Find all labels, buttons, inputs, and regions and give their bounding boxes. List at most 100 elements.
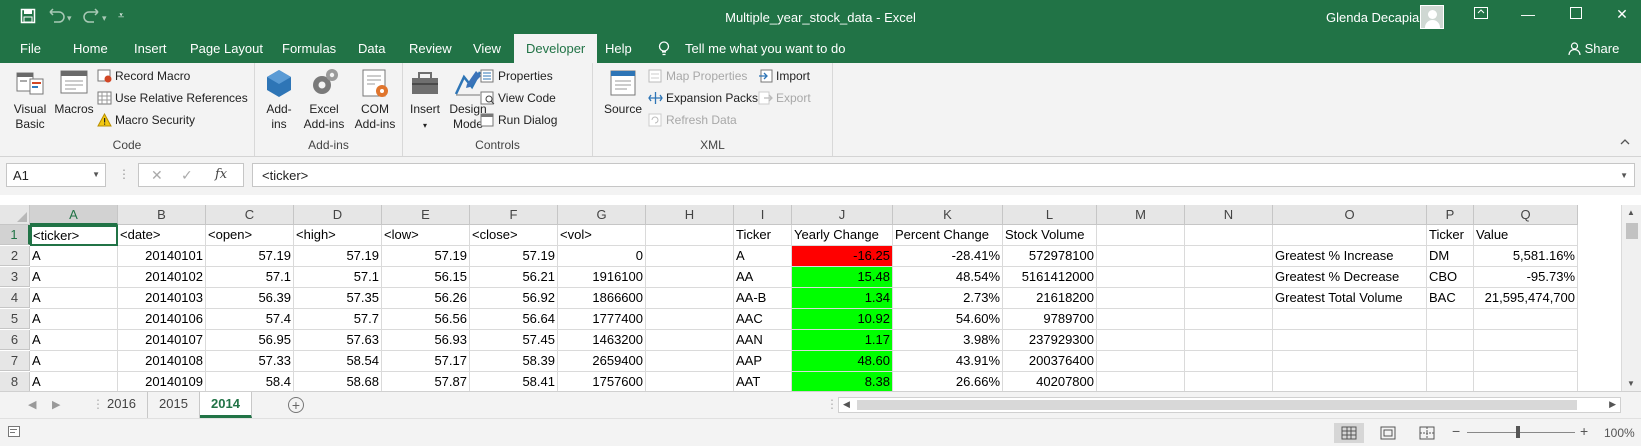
cell[interactable]: <vol> (558, 225, 646, 246)
enter-icon[interactable]: ✓ (181, 167, 193, 184)
cell[interactable] (1185, 330, 1273, 351)
cell[interactable] (646, 330, 734, 351)
cell[interactable]: 48.54% (893, 267, 1003, 288)
add-sheet-button[interactable]: + (288, 397, 304, 413)
cell[interactable]: 57.7 (294, 309, 382, 330)
cell[interactable]: Stock Volume (1003, 225, 1097, 246)
cell[interactable] (1474, 351, 1578, 372)
user-name[interactable]: Glenda Decapia (1326, 10, 1419, 25)
column-header[interactable]: P (1427, 205, 1474, 225)
cell[interactable] (1427, 351, 1474, 372)
tab-file[interactable]: File (20, 41, 41, 56)
row-header[interactable]: 5 (0, 309, 30, 329)
cell[interactable]: 57.1 (206, 267, 294, 288)
cell[interactable]: AAC (734, 309, 792, 330)
row-header[interactable]: 4 (0, 288, 30, 308)
close-icon[interactable]: ✕ (1608, 6, 1636, 28)
cell[interactable] (1185, 225, 1273, 246)
use-relative-references-button[interactable]: Use Relative References (97, 89, 248, 107)
macros-button[interactable]: Macros (53, 67, 95, 117)
column-header[interactable]: J (792, 205, 893, 225)
sheet-tab-2016[interactable]: 2016 (96, 392, 148, 418)
cell[interactable] (1273, 309, 1427, 330)
source-button[interactable]: Source (603, 67, 643, 117)
cell[interactable]: 56.26 (382, 288, 470, 309)
cell[interactable]: AAP (734, 351, 792, 372)
cell[interactable]: 20140108 (118, 351, 206, 372)
cell[interactable] (1185, 267, 1273, 288)
expand-formula-bar-icon[interactable]: ▼ (1620, 171, 1628, 180)
cell[interactable] (1273, 372, 1427, 391)
cell[interactable] (1097, 267, 1185, 288)
cell[interactable]: A (734, 246, 792, 267)
cell[interactable]: 58.54 (294, 351, 382, 372)
cell[interactable]: Greatest % Decrease (1273, 267, 1427, 288)
cell[interactable] (1097, 351, 1185, 372)
cell[interactable] (1273, 351, 1427, 372)
cell[interactable]: A (30, 309, 118, 330)
cell[interactable]: -16.25 (792, 246, 893, 267)
zoom-slider-track[interactable] (1467, 432, 1575, 433)
active-cell[interactable]: <ticker> (30, 225, 118, 246)
cell[interactable]: 237929300 (1003, 330, 1097, 351)
cell[interactable]: 10.92 (792, 309, 893, 330)
cell[interactable] (1273, 330, 1427, 351)
column-header[interactable]: L (1003, 205, 1097, 225)
column-header[interactable]: G (558, 205, 646, 225)
cell[interactable]: 56.93 (382, 330, 470, 351)
cell[interactable]: 20140107 (118, 330, 206, 351)
row-header[interactable]: 2 (0, 246, 30, 266)
cell[interactable]: <date> (118, 225, 206, 246)
column-header[interactable]: A (30, 205, 118, 225)
cell[interactable]: 21618200 (1003, 288, 1097, 309)
cell[interactable] (1097, 309, 1185, 330)
row-header[interactable]: 3 (0, 267, 30, 287)
prev-sheet-icon[interactable]: ◀ (28, 398, 36, 411)
cell[interactable] (1185, 246, 1273, 267)
column-header[interactable]: B (118, 205, 206, 225)
column-header[interactable]: I (734, 205, 792, 225)
scroll-left-icon[interactable]: ◀ (843, 399, 850, 410)
cell[interactable] (1427, 309, 1474, 330)
tab-formulas[interactable]: Formulas (282, 41, 336, 56)
cell[interactable] (646, 267, 734, 288)
run-dialog-button[interactable]: Run Dialog (480, 111, 557, 129)
cell[interactable] (646, 309, 734, 330)
cell[interactable]: 20140109 (118, 372, 206, 391)
cell[interactable]: 58.39 (470, 351, 558, 372)
record-macro-button[interactable]: Record Macro (97, 67, 190, 85)
cell[interactable]: <close> (470, 225, 558, 246)
formula-bar-grip-icon[interactable]: ⋮ (118, 167, 130, 181)
cell[interactable]: 1757600 (558, 372, 646, 391)
insert-function-icon[interactable]: fx (215, 167, 227, 182)
ribbon-display-options-icon[interactable] (1467, 6, 1495, 28)
cell[interactable]: A (30, 288, 118, 309)
properties-button[interactable]: Properties (480, 67, 553, 85)
next-sheet-icon[interactable]: ▶ (52, 398, 60, 411)
vertical-scrollbar[interactable]: ▲ ▼ (1621, 205, 1641, 391)
cell[interactable]: 57.87 (382, 372, 470, 391)
tab-help[interactable]: Help (605, 41, 632, 56)
cell[interactable]: Greatest Total Volume (1273, 288, 1427, 309)
insert-control-button[interactable]: Insert ▾ (407, 67, 443, 133)
cell[interactable]: 9789700 (1003, 309, 1097, 330)
cell[interactable] (1427, 330, 1474, 351)
tab-home[interactable]: Home (73, 41, 108, 56)
cell[interactable]: 40207800 (1003, 372, 1097, 391)
cell[interactable]: 1777400 (558, 309, 646, 330)
cell[interactable]: 5,581.16% (1474, 246, 1578, 267)
cell[interactable]: 57.33 (206, 351, 294, 372)
cell[interactable]: A (30, 372, 118, 391)
cell[interactable]: 57.19 (206, 246, 294, 267)
tab-page-layout[interactable]: Page Layout (190, 41, 263, 56)
cell[interactable] (646, 225, 734, 246)
map-properties-button[interactable]: Map Properties (648, 67, 747, 85)
macro-recording-icon[interactable] (8, 426, 22, 441)
column-header[interactable]: O (1273, 205, 1427, 225)
cell[interactable]: 20140102 (118, 267, 206, 288)
column-header[interactable]: N (1185, 205, 1273, 225)
cell[interactable]: 56.56 (382, 309, 470, 330)
cell[interactable]: 20140101 (118, 246, 206, 267)
cancel-icon[interactable]: ✕ (151, 167, 163, 184)
cell[interactable]: 57.19 (382, 246, 470, 267)
